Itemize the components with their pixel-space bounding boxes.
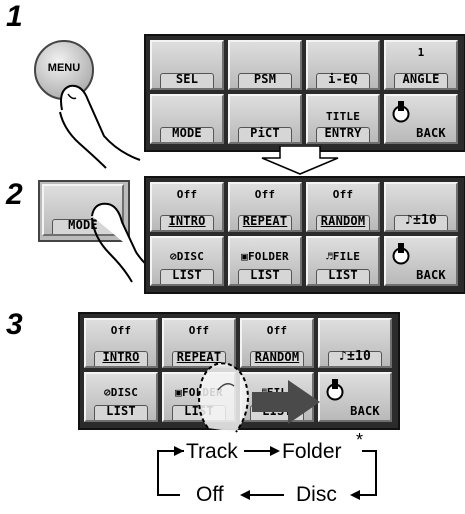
random-state: Off	[332, 188, 354, 201]
intro-button[interactable]: Off INTRO	[150, 182, 224, 232]
disc-label: DISC	[176, 250, 205, 263]
file-list-label: LIST	[328, 268, 358, 282]
folder-label: FOLDER	[247, 250, 289, 263]
intro-label-step3: INTRO	[102, 350, 140, 364]
mode-label: MODE	[172, 126, 202, 140]
back-knob-icon	[392, 101, 410, 123]
back-label: BACK	[416, 126, 446, 140]
ieq-label: i-EQ	[328, 72, 358, 86]
mode-back-label: BACK	[416, 268, 446, 282]
random-label: RANDOM	[320, 214, 366, 228]
angle-number: 1	[417, 46, 425, 59]
sequence-footnote-mark: *	[356, 430, 364, 450]
psm-label: PSM	[253, 72, 277, 86]
pict-button[interactable]: PiCT	[228, 94, 302, 144]
intro-button-step3[interactable]: Off INTRO	[84, 318, 158, 368]
disc-list-button-step3[interactable]: ⊘DISC LIST	[84, 372, 158, 422]
intro-state-step3: Off	[110, 324, 132, 337]
down-arrow-icon	[261, 146, 339, 175]
title-label: TITLE	[325, 110, 361, 123]
sequence-disc: Disc	[296, 483, 337, 506]
repeat-state-step3: Off	[188, 324, 210, 337]
step-number-1: 1	[6, 0, 23, 33]
sel-button[interactable]: SEL	[150, 40, 224, 90]
file-label: FILE	[332, 250, 361, 263]
intro-state: Off	[176, 188, 198, 201]
psm-button[interactable]: PSM	[228, 40, 302, 90]
angle-label: ANGLE	[402, 72, 440, 86]
file-list-top: ♬FILE	[308, 250, 378, 263]
sequence-folder: Folder	[282, 440, 342, 463]
disc-list-label-step3: LIST	[106, 404, 136, 418]
folder-list-button[interactable]: ▣FOLDER LIST	[228, 236, 302, 286]
disc-list-label: LIST	[172, 268, 202, 282]
entry-label: ENTRY	[324, 126, 362, 140]
repeat-button[interactable]: Off REPEAT	[228, 182, 302, 232]
intro-label: INTRO	[168, 214, 206, 228]
pict-label: PiCT	[250, 126, 280, 140]
repeat-label: REPEAT	[242, 214, 288, 228]
mode-button-grid[interactable]: MODE	[150, 94, 224, 144]
folder-list-top: ▣FOLDER	[230, 250, 300, 263]
menu-grid: SEL PSM i-EQ 1 ANGLE MODE PiCT TITLE ENT…	[144, 34, 465, 152]
folder-icon: ▣	[241, 250, 248, 263]
repeat-state: Off	[254, 188, 276, 201]
angle-button[interactable]: 1 ANGLE	[384, 40, 458, 90]
disc-icon: ⊘	[169, 250, 177, 263]
sel-label: SEL	[175, 72, 199, 86]
sequence-off: Off	[196, 483, 224, 506]
mode-back-button[interactable]: BACK	[384, 236, 458, 286]
sequence-track: Track	[186, 440, 238, 463]
random-button[interactable]: Off RANDOM	[306, 182, 380, 232]
skip-10-label: ♪±10	[404, 213, 438, 228]
back-label-step3: BACK	[350, 404, 380, 418]
folder-list-label: LIST	[250, 268, 280, 282]
random-state-step3: Off	[266, 324, 288, 337]
skip-10-label-step3: ♪±10	[338, 349, 372, 364]
disc-list-top-step3: ⊘DISC	[86, 386, 156, 399]
file-icon: ♬	[325, 250, 333, 263]
step-number-3: 3	[6, 308, 23, 341]
file-list-button[interactable]: ♬FILE LIST	[306, 236, 380, 286]
disc-label-step3: DISC	[110, 386, 139, 399]
finger-press-menu-illustration	[59, 84, 141, 169]
finger-swipe-illustration	[198, 362, 320, 433]
disc-list-top: ⊘DISC	[152, 250, 222, 263]
disc-icon: ⊘	[103, 386, 111, 399]
disc-list-button[interactable]: ⊘DISC LIST	[150, 236, 224, 286]
skip-10-button[interactable]: ♪±10	[384, 182, 458, 232]
ieq-button[interactable]: i-EQ	[306, 40, 380, 90]
back-button[interactable]: BACK	[384, 94, 458, 144]
back-knob-icon	[392, 243, 410, 265]
mode-grid: Off INTRO Off REPEAT Off RANDOM ♪±10 ⊘DI…	[144, 176, 465, 294]
step-number-2: 2	[6, 178, 23, 211]
title-entry-button[interactable]: TITLE ENTRY	[306, 94, 380, 144]
